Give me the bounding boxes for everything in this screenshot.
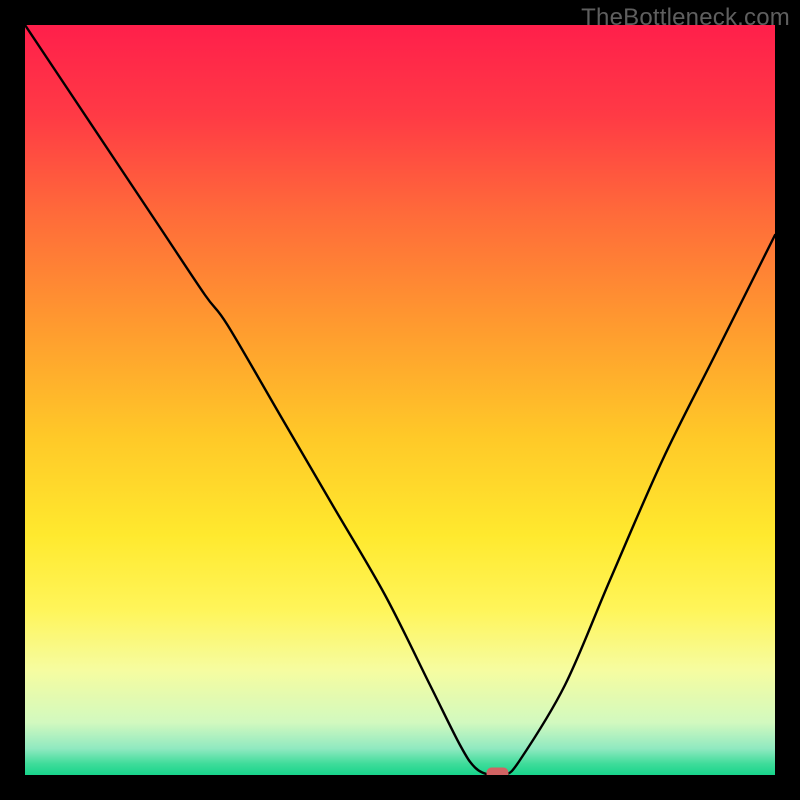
gradient-background	[25, 25, 775, 775]
chart-frame: TheBottleneck.com	[0, 0, 800, 800]
chart-svg	[25, 25, 775, 775]
watermark-text: TheBottleneck.com	[581, 4, 790, 32]
minimum-marker	[487, 768, 509, 776]
plot-area	[25, 25, 775, 775]
